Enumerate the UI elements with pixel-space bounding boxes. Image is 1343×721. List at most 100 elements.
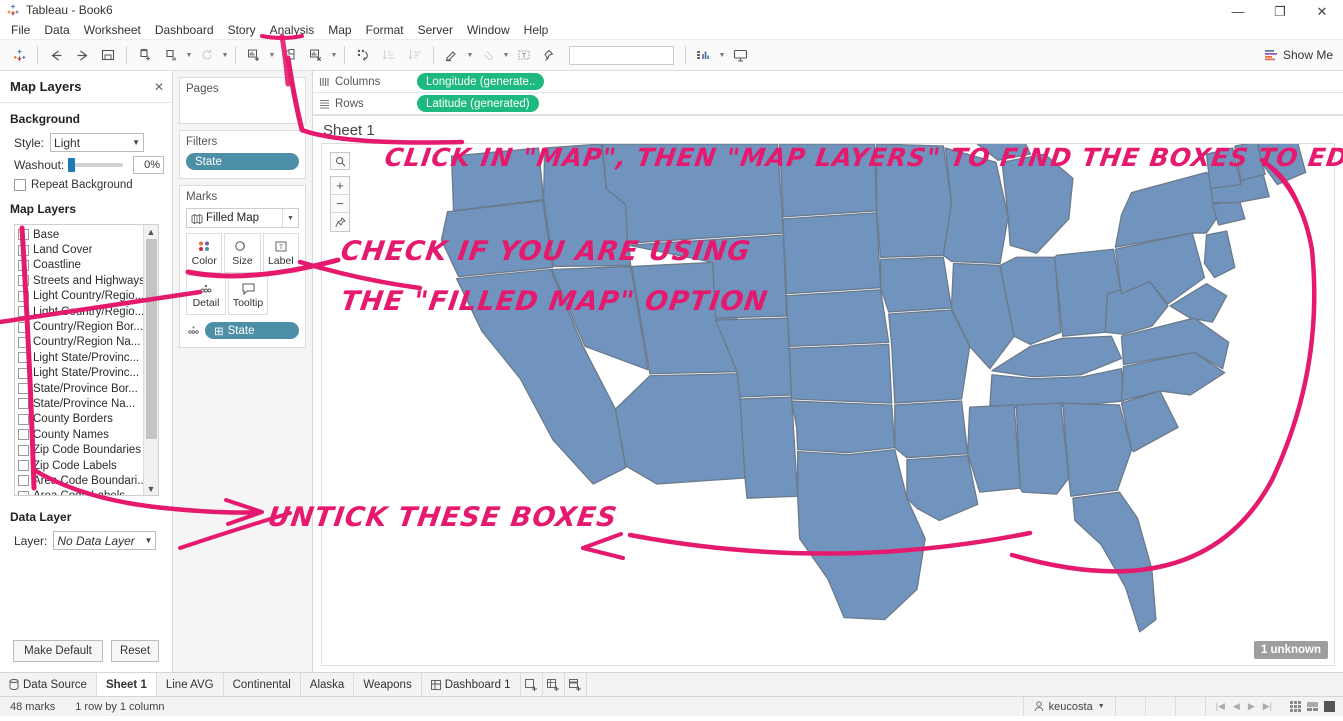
map-layer-checkbox[interactable]: [18, 321, 29, 333]
menu-dashboard[interactable]: Dashboard: [148, 21, 221, 39]
group-caret-icon[interactable]: ▼: [501, 52, 511, 59]
minimize-button[interactable]: —: [1217, 0, 1259, 22]
highlight-icon[interactable]: [440, 43, 464, 67]
last-page-icon[interactable]: ▶|: [1263, 701, 1272, 712]
new-data-source-icon[interactable]: [133, 43, 157, 67]
prev-page-icon[interactable]: ◀: [1233, 701, 1240, 712]
map-layer-item[interactable]: Zip Code Boundaries: [15, 442, 143, 457]
map-layers-scrollbar[interactable]: ▲ ▼: [143, 225, 158, 495]
fix-axes-icon[interactable]: [538, 43, 562, 67]
marks-pill-state[interactable]: ⊞ State: [205, 322, 299, 339]
map-layer-item[interactable]: State/Province Na...: [15, 396, 143, 411]
map-layer-item[interactable]: Zip Code Labels: [15, 458, 143, 473]
tab-sheet-1[interactable]: Sheet 1: [96, 673, 157, 696]
highlight-caret-icon[interactable]: ▼: [465, 52, 475, 59]
menu-file[interactable]: File: [4, 21, 37, 39]
map-layer-item[interactable]: Light State/Provinc...: [15, 366, 143, 381]
map-layer-checkbox[interactable]: [18, 306, 29, 318]
marks-label-button[interactable]: T Label: [262, 233, 299, 273]
tab-alaska[interactable]: Alaska: [301, 673, 355, 696]
show-cards-icon[interactable]: [692, 43, 716, 67]
tab-weapons[interactable]: Weapons: [354, 673, 422, 696]
split-view-icon[interactable]: [1307, 701, 1318, 712]
washout-slider[interactable]: [68, 158, 123, 172]
pause-data-icon[interactable]: [159, 43, 183, 67]
map-layer-item[interactable]: Country/Region Na...: [15, 335, 143, 350]
map-layer-checkbox[interactable]: [18, 444, 29, 456]
sort-ascending-icon[interactable]: [377, 43, 401, 67]
marks-tooltip-button[interactable]: Tooltip: [228, 275, 268, 315]
repeat-background-checkbox[interactable]: [14, 179, 26, 191]
new-story-tab-icon[interactable]: [565, 673, 587, 696]
map-layer-checkbox[interactable]: [18, 475, 29, 487]
map-layer-checkbox[interactable]: [18, 460, 29, 472]
menu-data[interactable]: Data: [37, 21, 76, 39]
map-view[interactable]: + − 1 unknown: [321, 143, 1335, 666]
refresh-icon[interactable]: [195, 43, 219, 67]
map-layer-checkbox[interactable]: [18, 413, 29, 425]
map-zoom-out-button[interactable]: −: [331, 195, 349, 213]
washout-slider-thumb[interactable]: [68, 158, 76, 172]
swap-axes-icon[interactable]: [351, 43, 375, 67]
rows-shelf-drop[interactable]: Latitude (generated): [413, 95, 1343, 112]
group-icon[interactable]: [476, 43, 500, 67]
tab-line-avg[interactable]: Line AVG: [157, 673, 224, 696]
show-cards-caret-icon[interactable]: ▼: [717, 52, 727, 59]
menu-story[interactable]: Story: [221, 21, 263, 39]
marks-size-button[interactable]: Size: [224, 233, 261, 273]
save-icon[interactable]: [96, 43, 120, 67]
map-layer-checkbox[interactable]: [18, 490, 29, 495]
menu-analysis[interactable]: Analysis: [263, 21, 322, 39]
scrollbar-thumb[interactable]: [146, 239, 157, 439]
map-layer-checkbox[interactable]: [18, 259, 29, 271]
fit-dropdown[interactable]: [569, 45, 674, 65]
map-layer-item[interactable]: Country/Region Bor...: [15, 319, 143, 334]
tab-data-source[interactable]: Data Source: [0, 673, 97, 696]
map-layer-checkbox[interactable]: [18, 336, 29, 348]
chevron-down-icon[interactable]: ▼: [282, 209, 298, 227]
sort-descending-icon[interactable]: [403, 43, 427, 67]
marks-detail-button[interactable]: Detail: [186, 275, 226, 315]
map-layer-item[interactable]: State/Province Bor...: [15, 381, 143, 396]
usa-filled-map[interactable]: [322, 144, 1334, 666]
close-button[interactable]: ✕: [1301, 0, 1343, 22]
map-zoom-in-button[interactable]: +: [331, 177, 349, 195]
map-layer-checkbox[interactable]: [18, 244, 29, 256]
washout-value[interactable]: 0%: [132, 156, 164, 174]
map-layer-checkbox[interactable]: [18, 290, 29, 302]
refresh-caret-icon[interactable]: ▼: [220, 52, 230, 59]
new-worksheet-tab-icon[interactable]: [521, 673, 543, 696]
full-view-icon[interactable]: [1324, 701, 1335, 712]
make-default-button[interactable]: Make Default: [13, 640, 103, 662]
chevron-down-icon[interactable]: ▼: [147, 482, 156, 495]
map-layer-checkbox[interactable]: [18, 383, 29, 395]
style-select[interactable]: Light ▼: [50, 133, 145, 152]
data-layer-select[interactable]: No Data Layer ▼: [53, 531, 157, 550]
menu-server[interactable]: Server: [411, 21, 460, 39]
map-layer-item[interactable]: Coastline: [15, 258, 143, 273]
map-layer-item[interactable]: Base: [15, 227, 143, 242]
menu-format[interactable]: Format: [359, 21, 411, 39]
columns-shelf-drop[interactable]: Longitude (generate..: [413, 73, 1343, 90]
close-icon[interactable]: ✕: [154, 80, 164, 94]
map-layer-checkbox[interactable]: [18, 229, 29, 241]
map-layer-checkbox[interactable]: [18, 398, 29, 410]
marks-color-button[interactable]: Color: [186, 233, 223, 273]
map-layer-item[interactable]: Streets and Highways: [15, 273, 143, 288]
maximize-button[interactable]: ❐: [1259, 0, 1301, 22]
menu-window[interactable]: Window: [460, 21, 517, 39]
status-user[interactable]: keucosta ▼: [1022, 697, 1116, 716]
first-page-icon[interactable]: |◀: [1216, 701, 1225, 712]
map-layer-item[interactable]: Light Country/Regio...: [15, 304, 143, 319]
map-layer-item[interactable]: Area Code Labels: [15, 489, 143, 495]
pages-card[interactable]: Pages: [179, 77, 306, 124]
back-arrow-icon[interactable]: [44, 43, 68, 67]
map-layer-checkbox[interactable]: [18, 367, 29, 379]
filters-card[interactable]: Filters State: [179, 130, 306, 179]
chevron-up-icon[interactable]: ▲: [147, 225, 156, 238]
columns-pill-longitude[interactable]: Longitude (generate..: [417, 73, 545, 90]
menu-help[interactable]: Help: [517, 21, 556, 39]
forward-arrow-icon[interactable]: [70, 43, 94, 67]
map-search-icon[interactable]: [330, 152, 350, 170]
tab-dashboard-1[interactable]: Dashboard 1: [422, 673, 521, 696]
